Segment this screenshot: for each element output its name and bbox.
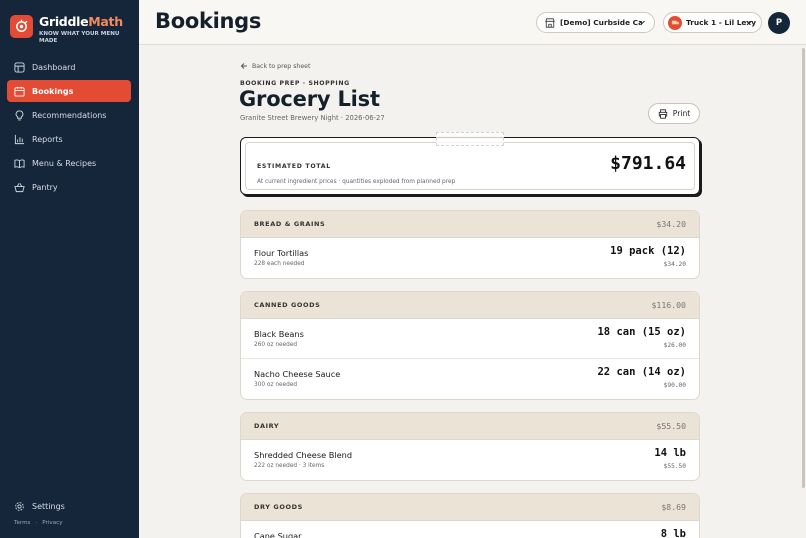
list-item: Nacho Cheese Sauce 300 oz needed 22 can (1… — [241, 359, 699, 399]
item-quantity: 22 can (14 oz) — [597, 366, 686, 378]
calendar-icon — [14, 86, 25, 97]
sidebar-item-label: Pantry — [32, 183, 58, 193]
truck-selector[interactable]: Truck 1 - Lil Lexy — [663, 12, 762, 33]
chevron-down-icon — [745, 18, 753, 28]
printer-icon — [658, 108, 668, 119]
item-cost: $34.20 — [663, 261, 686, 268]
section-total: $8.69 — [661, 502, 686, 512]
estimated-total-label: ESTIMATED TOTAL — [257, 163, 331, 170]
item-cost: $90.00 — [663, 382, 686, 389]
section-total: $55.50 — [656, 421, 686, 431]
location-selector[interactable]: [Demo] Curbside Canteen — [536, 12, 655, 33]
bar-chart-icon — [14, 134, 25, 145]
sidebar-item-bookings[interactable]: Bookings — [7, 80, 131, 103]
section-header: Dry Goods $8.69 — [241, 494, 699, 521]
item-needed: 228 each needed — [254, 261, 305, 267]
sidebar-item-settings[interactable]: Settings — [7, 495, 131, 517]
section-total: $34.20 — [656, 219, 686, 229]
item-quantity: 18 can (15 oz) — [597, 326, 686, 338]
item-name: Nacho Cheese Sauce — [254, 369, 341, 379]
main-content: Back to prep sheet BOOKING PREP · SHOPPI… — [139, 46, 806, 538]
item-needed: 260 oz needed — [254, 342, 298, 348]
back-link-label: Back to prep sheet — [252, 62, 311, 70]
estimated-total-note: At current ingredient prices · quantitie… — [257, 179, 456, 185]
list-item: Flour Tortillas 228 each needed 19 pack (1… — [241, 238, 699, 278]
tape-decoration — [436, 132, 504, 146]
grocery-section: Dry Goods $8.69 Cane Sugar 8 lb — [240, 493, 700, 538]
dashboard-icon — [14, 61, 25, 73]
list-item: Cane Sugar 8 lb — [241, 521, 699, 538]
sidebar-item-dashboard[interactable]: Dashboard — [7, 56, 131, 78]
item-name: Cane Sugar — [254, 531, 302, 538]
profile-avatar[interactable]: P — [768, 12, 790, 34]
print-label: Print — [672, 109, 691, 118]
brand-tagline: KNOW WHAT YOUR MENU MADE — [39, 31, 120, 44]
section-name: Dairy — [254, 422, 280, 430]
section-header: Canned Goods $116.00 — [241, 292, 699, 319]
section-name: Bread & Grains — [254, 220, 326, 228]
sidebar-item-label: Reports — [32, 135, 63, 145]
lightbulb-icon — [14, 110, 25, 121]
location-label: [Demo] Curbside Canteen — [560, 18, 642, 27]
list-item: Black Beans 260 oz needed 18 can (15 oz) $2… — [241, 319, 699, 359]
sidebar-item-label: Dashboard — [32, 62, 76, 72]
brand[interactable]: GriddleMath KNOW WHAT YOUR MENU MADE — [10, 15, 129, 44]
eyebrow: BOOKING PREP · SHOPPING — [240, 80, 350, 87]
list-item: Shredded Cheese Blend 222 oz needed · 3 i… — [241, 440, 699, 480]
section-header: Bread & Grains $34.20 — [241, 211, 699, 238]
scrollbar[interactable] — [802, 48, 805, 488]
grocery-section: Dairy $55.50 Shredded Cheese Blend 222 oz n… — [240, 412, 700, 481]
item-needed: 300 oz needed — [254, 382, 298, 388]
item-quantity: 19 pack (12) — [610, 245, 686, 257]
sidebar-item-label: Settings — [32, 501, 65, 511]
book-icon — [14, 158, 25, 169]
privacy-link[interactable]: Privacy — [42, 520, 62, 526]
item-name: Black Beans — [254, 329, 304, 339]
item-name: Shredded Cheese Blend — [254, 450, 353, 460]
basket-icon — [14, 182, 25, 193]
sidebar-item-pantry[interactable]: Pantry — [7, 177, 131, 199]
sidebar-item-label: Recommendations — [32, 110, 107, 120]
sidebar-nav: Dashboard Bookings Recommendations Repor… — [7, 56, 131, 201]
arrow-left-icon — [240, 62, 248, 70]
sidebar: GriddleMath KNOW WHAT YOUR MENU MADE Das… — [0, 0, 139, 538]
brand-name: GriddleMath — [39, 14, 123, 29]
sidebar-item-label: Bookings — [32, 86, 74, 96]
section-header: Dairy $55.50 — [241, 413, 699, 440]
item-quantity: 14 lb — [654, 447, 686, 459]
total-card-inner: ESTIMATED TOTAL At current ingredient pr… — [245, 142, 695, 190]
grocery-section: Bread & Grains $34.20 Flour Tortillas 228 e… — [240, 210, 700, 279]
item-name: Flour Tortillas — [254, 248, 309, 258]
page-title: Bookings — [155, 9, 262, 33]
back-link[interactable]: Back to prep sheet — [240, 62, 310, 70]
booking-subtitle: Granite Street Brewery Night · 2026-06-2… — [240, 114, 385, 122]
sidebar-item-label: Menu & Recipes — [32, 159, 97, 169]
item-cost: $55.50 — [663, 463, 686, 470]
section-total: $116.00 — [651, 300, 686, 310]
section-name: Dry Goods — [254, 503, 303, 511]
griddle-logo-icon — [10, 15, 33, 38]
storefront-icon — [545, 17, 555, 28]
grocery-section: Canned Goods $116.00 Black Beans 260 oz nee… — [240, 291, 700, 400]
chevron-down-icon — [638, 18, 646, 28]
print-button[interactable]: Print — [648, 103, 700, 124]
topbar: Bookings [Demo] Curbside Canteen Truck 1… — [139, 0, 806, 45]
truck-avatar-icon — [668, 15, 682, 30]
grocery-list-title: Grocery List — [239, 87, 380, 111]
terms-link[interactable]: Terms — [14, 520, 30, 526]
gear-icon — [14, 501, 25, 512]
sidebar-item-recommendations[interactable]: Recommendations — [7, 104, 131, 126]
estimated-total-value: $791.64 — [610, 153, 686, 174]
sidebar-item-reports[interactable]: Reports — [7, 129, 131, 151]
item-quantity: 8 lb — [660, 528, 686, 538]
item-cost: $26.00 — [663, 342, 686, 349]
sidebar-item-menu-recipes[interactable]: Menu & Recipes — [7, 153, 131, 175]
footer-separator: · — [35, 520, 38, 526]
item-needed: 222 oz needed · 3 items — [254, 463, 325, 469]
section-name: Canned Goods — [254, 301, 321, 309]
